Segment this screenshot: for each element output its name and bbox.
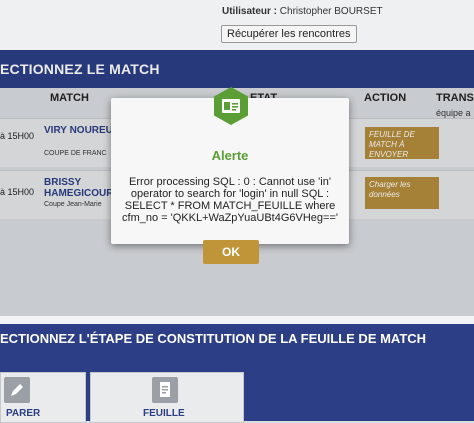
user-info: Utilisateur : Christopher BOURSET	[222, 6, 383, 17]
user-label: Utilisateur :	[222, 6, 278, 17]
user-name: Christopher BOURSET	[279, 6, 383, 17]
sheet-icon	[152, 377, 178, 403]
step-card-sheet-label: FEUILLE	[143, 408, 185, 419]
edit-icon	[4, 377, 30, 403]
id-card-icon	[214, 87, 248, 125]
ok-button[interactable]: OK	[203, 240, 259, 264]
separator	[0, 316, 474, 324]
step-card-prepare-label: PARER	[6, 408, 41, 419]
select-step-title: ECTIONNEZ L'ÉTAPE DE CONSTITUTION DE LA …	[0, 331, 427, 346]
select-step-header: ECTIONNEZ L'ÉTAPE DE CONSTITUTION DE LA …	[0, 324, 474, 354]
alert-title: Alerte	[211, 148, 249, 163]
fetch-matches-button[interactable]: Récupérer les rencontres	[221, 25, 357, 43]
alert-message: Error processing SQL : 0 : Cannot use 'i…	[122, 176, 338, 224]
